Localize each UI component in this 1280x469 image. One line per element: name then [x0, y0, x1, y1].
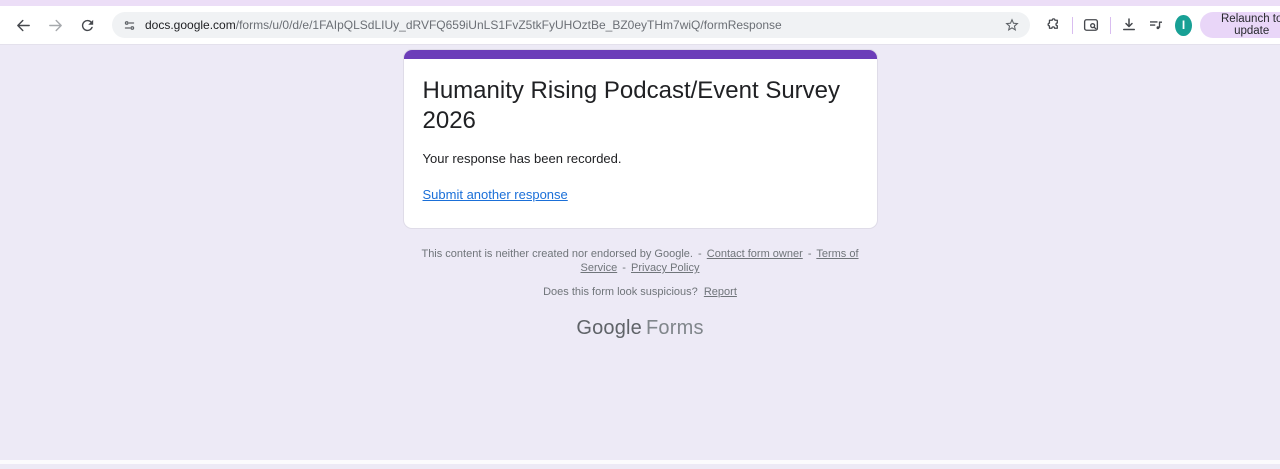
back-icon	[15, 17, 32, 34]
form-theme-bar	[404, 50, 877, 59]
bookmark-star-icon[interactable]	[1004, 17, 1020, 33]
form-response-page: Humanity Rising Podcast/Event Survey 202…	[0, 45, 1280, 464]
suspicious-text: Does this form look suspicious?	[543, 286, 698, 298]
privacy-policy-link[interactable]: Privacy Policy	[631, 262, 699, 274]
reload-icon	[79, 17, 96, 34]
extensions-icon[interactable]	[1044, 13, 1063, 37]
form-card: Humanity Rising Podcast/Event Survey 202…	[403, 49, 878, 229]
url-domain: docs.google.com	[145, 18, 236, 32]
report-link[interactable]: Report	[704, 286, 737, 298]
relaunch-to-update-button[interactable]: Relaunch to update	[1200, 12, 1280, 38]
site-info-tune-icon[interactable]	[122, 18, 137, 33]
address-bar[interactable]: docs.google.com/forms/u/0/d/e/1FAIpQLSdL…	[112, 12, 1030, 38]
back-button[interactable]	[10, 12, 36, 38]
url-path: /forms/u/0/d/e/1FAIpQLSdLIUy_dRVFQ659iUn…	[236, 18, 782, 32]
forward-icon	[47, 17, 64, 34]
form-footer: This content is neither created nor endo…	[403, 247, 878, 340]
toolbar-divider	[1110, 17, 1111, 34]
reload-button[interactable]	[74, 12, 100, 38]
submit-another-response-link[interactable]: Submit another response	[423, 187, 568, 202]
google-forms-logo: GoogleForms	[403, 317, 878, 340]
suspicious-line: Does this form look suspicious? Report	[403, 286, 878, 298]
side-panel-search-icon[interactable]	[1082, 13, 1101, 37]
window-bottom-edge	[0, 460, 1280, 464]
disclaimer-line: This content is neither created nor endo…	[403, 247, 878, 275]
dash-separator: -	[698, 248, 702, 260]
contact-form-owner-link[interactable]: Contact form owner	[707, 248, 803, 260]
forward-button[interactable]	[42, 12, 68, 38]
media-controls-icon[interactable]	[1146, 13, 1165, 37]
url-text: docs.google.com/forms/u/0/d/e/1FAIpQLSdL…	[145, 18, 1004, 32]
dash-separator: -	[808, 248, 812, 260]
forms-logo-text: Forms	[646, 317, 704, 339]
toolbar-divider	[1072, 17, 1073, 34]
confirmation-message: Your response has been recorded.	[423, 151, 858, 166]
form-title: Humanity Rising Podcast/Event Survey 202…	[423, 76, 858, 136]
dash-separator: -	[622, 262, 626, 274]
google-logo-text: Google	[576, 317, 642, 339]
relaunch-label: Relaunch to update	[1213, 13, 1280, 37]
toolbar-right-icons: I Relaunch to update	[1044, 12, 1280, 38]
disclaimer-text: This content is neither created nor endo…	[421, 248, 693, 260]
profile-avatar[interactable]: I	[1175, 15, 1192, 36]
form-card-body: Humanity Rising Podcast/Event Survey 202…	[404, 59, 877, 228]
download-icon[interactable]	[1119, 13, 1138, 37]
browser-toolbar: docs.google.com/forms/u/0/d/e/1FAIpQLSdL…	[0, 6, 1280, 45]
